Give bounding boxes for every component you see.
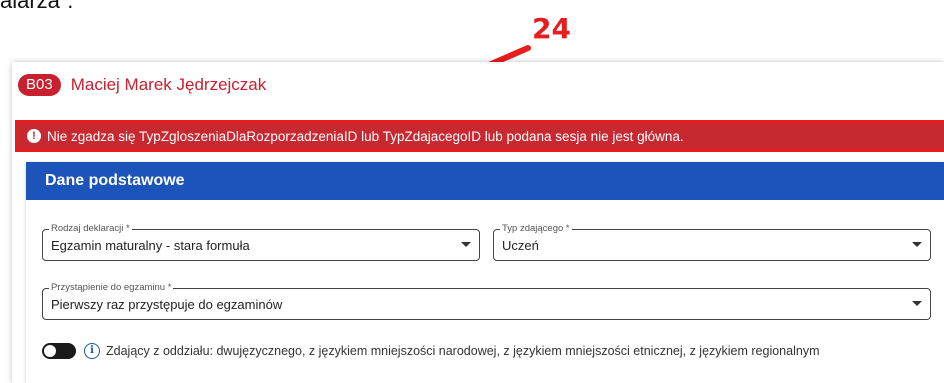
error-message: Nie zgadza się TypZgloszeniaDlaRozporzad… (47, 128, 684, 144)
bilingual-toggle-row: i Zdający z oddziału: dwujęzycznego, z j… (42, 343, 819, 359)
bilingual-toggle[interactable] (42, 343, 76, 359)
examinee-type-label: Typ zdającego * (500, 223, 572, 235)
info-icon[interactable]: i (84, 343, 100, 359)
toggle-knob (44, 345, 56, 357)
bilingual-toggle-label: Zdający z oddziału: dwujęzycznego, z jęz… (106, 344, 820, 358)
examinee-type-select[interactable]: Typ zdającego * Uczeń (493, 223, 931, 261)
exclamation-icon: ! (27, 129, 41, 143)
chevron-down-icon (912, 301, 922, 306)
declaration-type-label: Rodzaj deklaracji * (49, 223, 132, 235)
section-title: Dane podstawowe (26, 162, 944, 200)
person-name: Maciej Marek Jędrzejczak (70, 75, 267, 94)
partial-top-text: alarza”. (0, 0, 74, 13)
exam-attempt-label: Przystąpienie do egzaminu * (49, 282, 174, 294)
chevron-down-icon (912, 242, 922, 247)
exam-attempt-value: Pierwszy raz przystępuje do egzaminów (51, 297, 283, 312)
declaration-type-value: Egzamin maturalny - stara formuła (51, 238, 250, 253)
error-alert: ! Nie zgadza się TypZgloszeniaDlaRozporz… (18, 123, 944, 149)
examinee-type-value: Uczeń (502, 238, 539, 253)
exam-attempt-select[interactable]: Przystąpienie do egzaminu * Pierwszy raz… (42, 282, 931, 320)
chevron-down-icon (461, 242, 471, 247)
person-code-badge: B03 (18, 74, 61, 96)
person-header: B03 Maciej Marek Jędrzejczak (18, 74, 266, 96)
declaration-type-select[interactable]: Rodzaj deklaracji * Egzamin maturalny - … (42, 223, 480, 261)
